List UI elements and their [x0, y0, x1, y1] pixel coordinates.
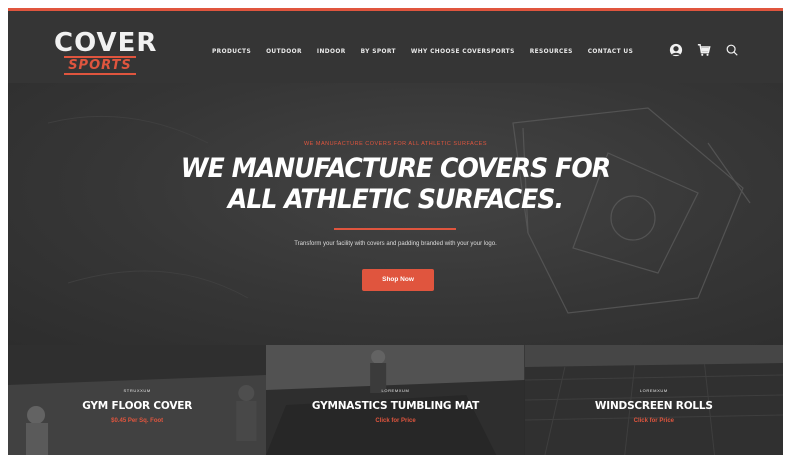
hero-headline-line2: ALL ATHLETIC SURFACES. — [227, 184, 564, 215]
product-tile-gym-floor-cover[interactable]: STRUXXUM GYM FLOOR COVER $0.45 Per Sq. F… — [8, 345, 267, 455]
cart-icon[interactable] — [697, 43, 711, 57]
nav-item-resources[interactable]: RESOURCES — [530, 47, 573, 55]
hero-eyebrow: WE MANUFACTURE COVERS FOR ALL ATHLETIC S… — [303, 141, 488, 147]
hero-underline — [334, 228, 456, 230]
nav-item-products[interactable]: PRODUCTS — [212, 47, 251, 55]
page-frame: COVER SPORTS PRODUCTS OUTDOOR INDOOR BY … — [8, 8, 783, 455]
nav-item-contact[interactable]: CONTACT US — [588, 47, 633, 55]
nav-item-why-choose[interactable]: WHY CHOOSE COVERSPORTS — [411, 47, 515, 55]
tile-price: Click for Price — [633, 418, 674, 424]
product-tile-windscreen-rolls[interactable]: LOREMXUM WINDSCREEN ROLLS Click for Pric… — [524, 345, 783, 455]
product-tile-gymnastics-mat[interactable]: LOREMXUM GYMNASTICS TUMBLING MAT Click f… — [266, 345, 525, 455]
hero-subtext: Transform your facility with covers and … — [294, 241, 497, 247]
logo-wordmark-top: COVER — [54, 28, 158, 58]
logo-wordmark-bottom: SPORTS — [64, 56, 136, 75]
hero-headline: WE MANUFACTURE COVERS FOR ALL ATHLETIC S… — [35, 153, 756, 215]
nav-item-by-sport[interactable]: BY SPORT — [361, 47, 396, 55]
tile-eyebrow: STRUXXUM — [123, 388, 151, 393]
shop-now-button[interactable]: Shop Now — [362, 269, 434, 291]
tile-title: GYM FLOOR COVER — [82, 400, 193, 412]
search-icon[interactable] — [725, 43, 739, 57]
tile-title: WINDSCREEN ROLLS — [594, 400, 713, 412]
nav-item-indoor[interactable]: INDOOR — [317, 47, 346, 55]
site-header: COVER SPORTS PRODUCTS OUTDOOR INDOOR BY … — [8, 11, 783, 83]
header-icons — [669, 43, 739, 57]
nav-item-outdoor[interactable]: OUTDOOR — [266, 47, 302, 55]
product-tiles: STRUXXUM GYM FLOOR COVER $0.45 Per Sq. F… — [8, 345, 783, 455]
main-nav: PRODUCTS OUTDOOR INDOOR BY SPORT WHY CHO… — [212, 47, 633, 55]
tile-price: Click for Price — [375, 418, 416, 424]
hero-section: WE MANUFACTURE COVERS FOR ALL ATHLETIC S… — [8, 83, 783, 345]
tile-eyebrow: LOREMXUM — [639, 388, 668, 393]
account-icon[interactable] — [669, 43, 683, 57]
tile-title: GYMNASTICS TUMBLING MAT — [311, 400, 480, 412]
tile-eyebrow: LOREMXUM — [381, 388, 410, 393]
tile-price: $0.45 Per Sq. Foot — [111, 418, 164, 424]
brand-logo[interactable]: COVER SPORTS — [54, 28, 158, 75]
hero-headline-line1: WE MANUFACTURE COVERS FOR — [180, 153, 611, 184]
